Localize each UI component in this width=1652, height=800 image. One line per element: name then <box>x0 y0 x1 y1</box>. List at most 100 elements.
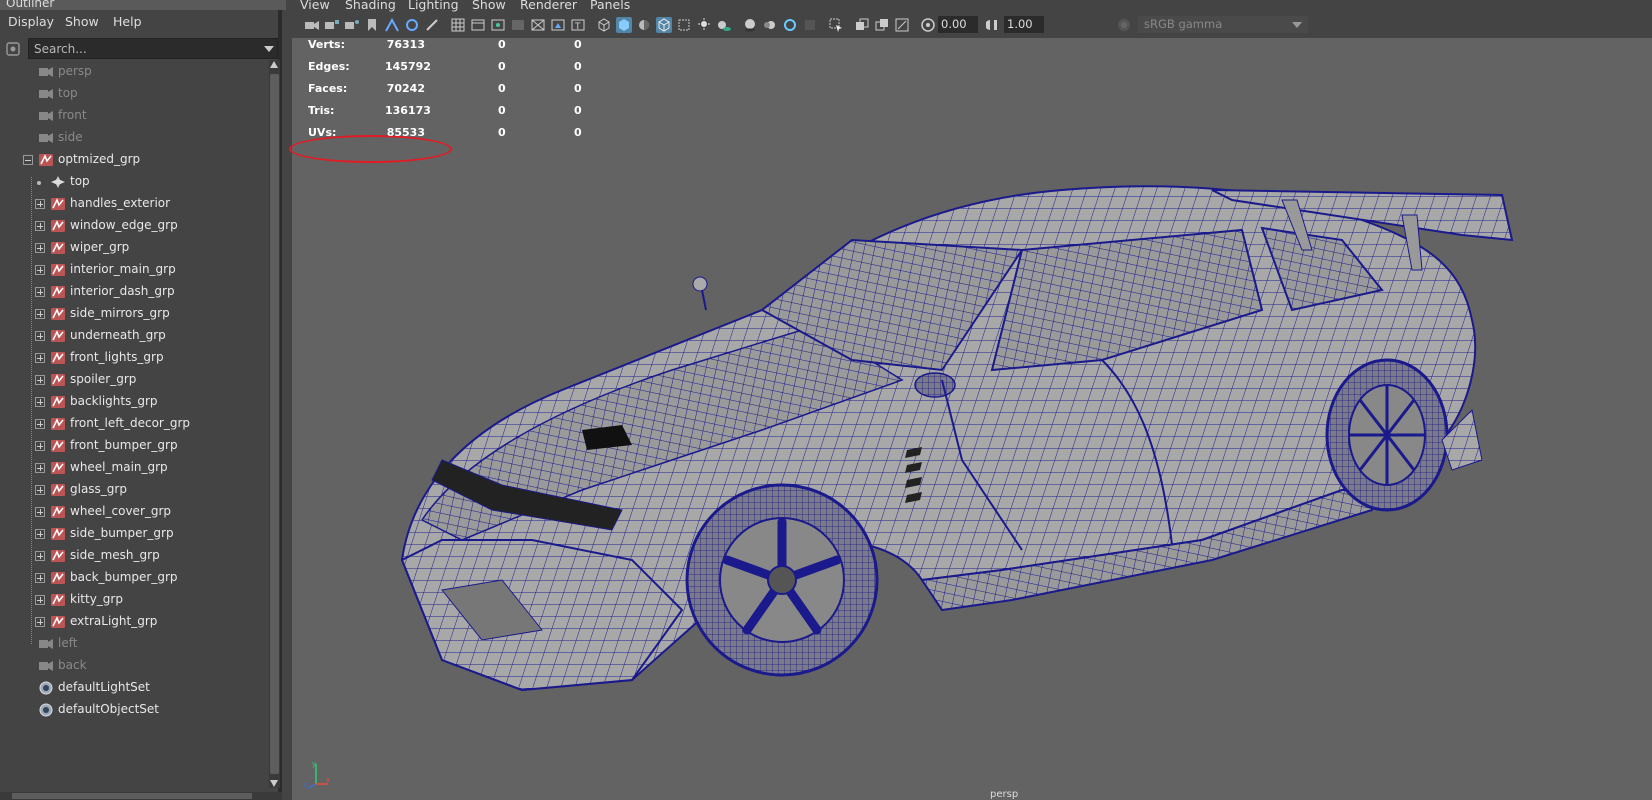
exposure-field[interactable]: 0.00 <box>938 16 978 33</box>
safe-title-icon[interactable]: T <box>570 17 586 33</box>
outliner-item[interactable]: optmized_grp <box>0 149 268 171</box>
safe-action-icon[interactable] <box>550 17 566 33</box>
gamma-icon[interactable] <box>986 17 1002 33</box>
menu-show[interactable]: Show <box>65 14 99 29</box>
outliner-item[interactable]: defaultObjectSet <box>0 699 268 721</box>
grid-icon[interactable] <box>450 17 466 33</box>
bookmark-icon[interactable] <box>364 17 380 33</box>
menu-lighting[interactable]: Lighting <box>408 0 459 12</box>
expand-icon[interactable] <box>35 265 45 275</box>
filter-icon[interactable] <box>5 41 21 57</box>
film-gate-icon[interactable] <box>470 17 486 33</box>
outliner-item[interactable]: extraLight_grp <box>0 611 268 633</box>
outliner-item[interactable]: wheel_cover_grp <box>0 501 268 523</box>
outliner-item[interactable]: backlights_grp <box>0 391 268 413</box>
isolate-select-icon[interactable] <box>828 17 844 33</box>
outliner-item[interactable]: wheel_main_grp <box>0 457 268 479</box>
bookmarks-icon[interactable] <box>344 17 360 33</box>
outliner-item[interactable]: front_lights_grp <box>0 347 268 369</box>
xray-joints-icon[interactable] <box>854 17 870 33</box>
menu-view[interactable]: View <box>300 0 330 12</box>
expand-icon[interactable] <box>35 353 45 363</box>
motion-blur-icon[interactable] <box>762 17 778 33</box>
menu-display[interactable]: Display <box>8 14 54 29</box>
anti-aliasing-icon[interactable] <box>782 17 798 33</box>
expand-icon[interactable] <box>35 287 45 297</box>
outliner-item[interactable]: front_bumper_grp <box>0 435 268 457</box>
outliner-hscrollbar[interactable] <box>0 792 282 800</box>
expand-icon[interactable] <box>35 551 45 561</box>
scroll-thumb[interactable] <box>270 74 279 774</box>
search-dropdown-icon[interactable] <box>264 46 274 52</box>
smooth-shade-icon[interactable] <box>616 17 632 33</box>
outliner-item[interactable]: window_edge_grp <box>0 215 268 237</box>
gamma-field[interactable]: 1.00 <box>1004 16 1044 33</box>
depth-of-field-icon[interactable] <box>802 17 818 33</box>
outliner-item[interactable]: left <box>0 633 268 655</box>
expand-icon[interactable] <box>35 441 45 451</box>
car-wireframe-model[interactable] <box>382 160 1642 740</box>
outliner-item[interactable]: kitty_grp <box>0 589 268 611</box>
expand-icon[interactable] <box>35 595 45 605</box>
all-lights-icon[interactable] <box>696 17 712 33</box>
expand-icon[interactable] <box>35 419 45 429</box>
menu-panels[interactable]: Panels <box>590 0 630 12</box>
search-input[interactable] <box>28 38 278 59</box>
outliner-item[interactable]: back_bumper_grp <box>0 567 268 589</box>
outliner-item[interactable]: glass_grp <box>0 479 268 501</box>
xray-active-icon[interactable] <box>874 17 890 33</box>
resolution-gate-icon[interactable] <box>490 17 506 33</box>
menu-help[interactable]: Help <box>113 14 142 29</box>
outliner-item[interactable]: interior_main_grp <box>0 259 268 281</box>
default-material-icon[interactable] <box>636 17 652 33</box>
select-camera-icon[interactable] <box>304 17 320 33</box>
expand-icon[interactable] <box>35 397 45 407</box>
outliner-item[interactable]: underneath_grp <box>0 325 268 347</box>
image-plane-icon[interactable] <box>384 17 400 33</box>
menu-shading[interactable]: Shading <box>345 0 396 12</box>
outliner-scrollbar[interactable] <box>269 60 280 788</box>
backface-culling-icon[interactable] <box>894 17 910 33</box>
xray-icon[interactable] <box>676 17 692 33</box>
expand-icon[interactable] <box>35 485 45 495</box>
outliner-item[interactable]: interior_dash_grp <box>0 281 268 303</box>
expand-icon[interactable] <box>35 221 45 231</box>
wireframe-on-shaded-icon[interactable] <box>656 17 672 33</box>
viewport-panel[interactable]: View Shading Lighting Show Renderer Pane… <box>289 0 1652 800</box>
outliner-item[interactable]: back <box>0 655 268 677</box>
exposure-icon[interactable] <box>920 17 936 33</box>
scroll-up-icon[interactable] <box>270 61 278 68</box>
outliner-item[interactable]: persp <box>0 61 268 83</box>
expand-icon[interactable] <box>35 573 45 583</box>
expand-icon[interactable] <box>35 243 45 253</box>
menu-renderer[interactable]: Renderer <box>520 0 577 12</box>
grease-pencil-icon[interactable] <box>424 17 440 33</box>
2d-pan-zoom-icon[interactable] <box>404 17 420 33</box>
color-space-dropdown[interactable]: sRGB gamma <box>1138 16 1308 33</box>
outliner-item[interactable]: side <box>0 127 268 149</box>
outliner-item[interactable]: side_mirrors_grp <box>0 303 268 325</box>
shadows-icon[interactable] <box>716 17 732 33</box>
expand-icon[interactable] <box>35 199 45 209</box>
outliner-item[interactable]: wiper_grp <box>0 237 268 259</box>
outliner-item[interactable]: top <box>0 171 268 193</box>
outliner-item[interactable]: front <box>0 105 268 127</box>
expand-icon[interactable] <box>35 529 45 539</box>
outliner-item[interactable]: top <box>0 83 268 105</box>
outliner-item[interactable]: handles_exterior <box>0 193 268 215</box>
outliner-item[interactable]: spoiler_grp <box>0 369 268 391</box>
scroll-down-icon[interactable] <box>270 780 278 787</box>
view-transform-icon[interactable] <box>1116 17 1132 33</box>
outliner-item[interactable]: side_bumper_grp <box>0 523 268 545</box>
field-chart-icon[interactable] <box>530 17 546 33</box>
menu-show-vp[interactable]: Show <box>472 0 506 12</box>
expand-icon[interactable] <box>35 463 45 473</box>
expand-icon[interactable] <box>35 309 45 319</box>
expand-icon[interactable] <box>35 617 45 627</box>
expand-icon[interactable] <box>35 331 45 341</box>
outliner-item[interactable]: front_left_decor_grp <box>0 413 268 435</box>
expand-icon[interactable] <box>35 507 45 517</box>
gate-mask-icon[interactable] <box>510 17 526 33</box>
expand-icon[interactable] <box>35 375 45 385</box>
camera-attributes-icon[interactable] <box>324 17 340 33</box>
